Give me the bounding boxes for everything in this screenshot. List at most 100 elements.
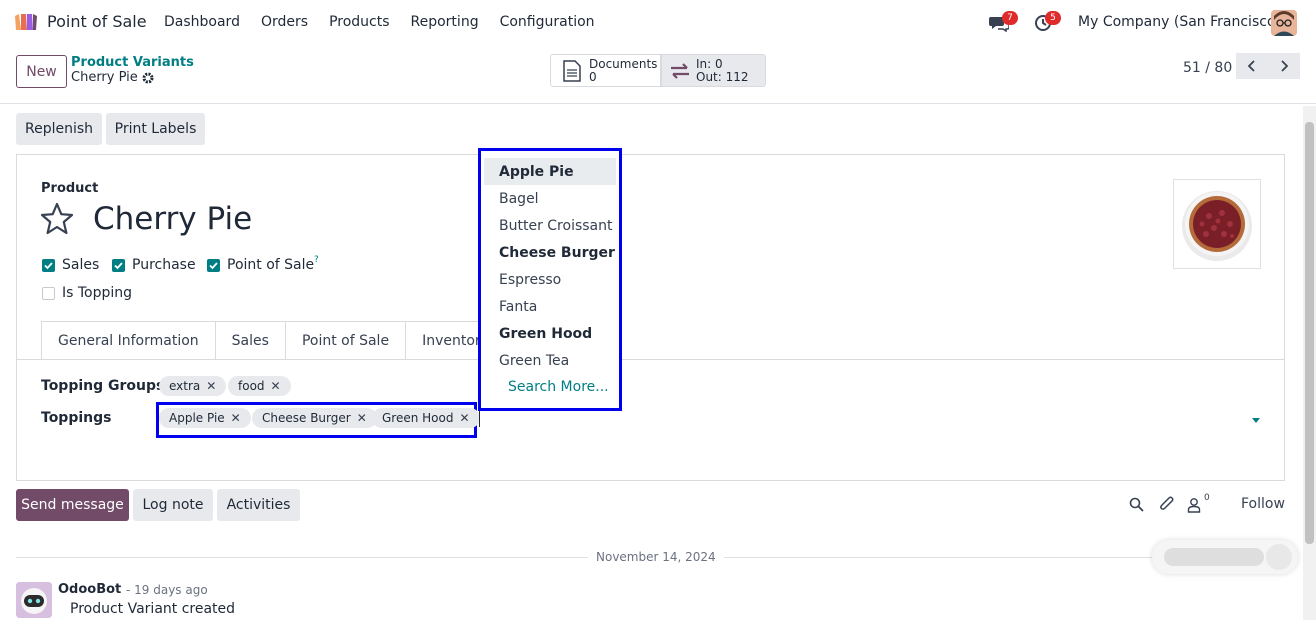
loading-bar — [1164, 548, 1264, 566]
robot-icon — [16, 582, 52, 618]
log-note-button[interactable]: Log note — [133, 489, 213, 521]
menu-dashboard[interactable]: Dashboard — [164, 14, 240, 30]
top-navbar: Point of Sale Dashboard Orders Products … — [0, 0, 1316, 46]
paperclip-icon[interactable] — [1159, 496, 1175, 513]
breadcrumb-current-label: Cherry Pie — [71, 70, 138, 85]
check-icon — [44, 262, 53, 270]
followers-count: 0 — [1204, 493, 1210, 503]
pager-next-button[interactable] — [1268, 53, 1300, 79]
pos-app-icon[interactable] — [13, 12, 39, 32]
check-icon — [209, 262, 218, 270]
message-author[interactable]: OdooBot — [58, 582, 121, 597]
pager-value[interactable]: 51 / 80 — [1183, 60, 1232, 76]
topping-tag[interactable]: Cheese Burger ✕ — [252, 408, 377, 428]
form-sheet: Product Cherry Pie Sales Purchase Point … — [16, 154, 1285, 481]
dropdown-option[interactable]: Espresso — [484, 266, 616, 293]
help-tooltip-icon[interactable]: ? — [314, 255, 319, 265]
loading-toast — [1152, 540, 1298, 574]
dropdown-option[interactable]: Cheese Burger — [484, 239, 616, 266]
remove-tag-icon[interactable]: ✕ — [231, 411, 241, 425]
breadcrumb-current: Cherry Pie — [71, 70, 154, 85]
dropdown-option[interactable]: Green Hood — [484, 320, 616, 347]
product-name[interactable]: Cherry Pie — [93, 201, 252, 237]
remove-tag-icon[interactable]: ✕ — [206, 379, 216, 393]
app-name[interactable]: Point of Sale — [47, 12, 147, 31]
tag-label: Green Hood — [382, 411, 454, 425]
remove-tag-icon[interactable]: ✕ — [271, 379, 281, 393]
user-avatar[interactable] — [1271, 10, 1297, 36]
chevron-right-icon — [1281, 60, 1288, 72]
activities-button[interactable]: Activities — [217, 489, 300, 521]
follow-button[interactable]: Follow — [1241, 496, 1285, 512]
dropdown-option[interactable]: Bagel — [484, 185, 616, 212]
search-icon[interactable] — [1129, 497, 1144, 512]
dropdown-option[interactable]: Apple Pie — [484, 158, 616, 185]
document-icon — [563, 59, 581, 82]
tab-sales[interactable]: Sales — [214, 321, 286, 360]
followers-user-icon[interactable] — [1187, 497, 1201, 513]
sales-checkbox[interactable] — [42, 259, 55, 272]
tag-label: Cheese Burger — [262, 411, 351, 425]
remove-tag-icon[interactable]: ✕ — [357, 411, 367, 425]
toppings-label: Toppings — [41, 410, 112, 426]
topping-groups-label: Topping Groups — [41, 378, 165, 394]
date-separator-label: November 14, 2024 — [588, 550, 724, 564]
exchange-icon — [671, 62, 689, 79]
dropdown-option[interactable]: Fanta — [484, 293, 616, 320]
main-menu: Dashboard Orders Products Reporting Conf… — [164, 14, 616, 30]
breadcrumb-parent[interactable]: Product Variants — [71, 55, 194, 70]
moves-in: In: 0 — [696, 56, 723, 71]
message-time: - 19 days ago — [126, 583, 208, 597]
tag-label: food — [238, 379, 265, 393]
documents-label: Documents — [589, 56, 658, 71]
is-topping-checkbox[interactable] — [42, 287, 55, 300]
documents-smart-button[interactable]: Documents 0 — [550, 54, 661, 87]
company-switcher[interactable]: My Company (San Francisco) — [1078, 14, 1281, 30]
cherry-pie-image — [1182, 191, 1252, 261]
menu-products[interactable]: Products — [329, 14, 389, 30]
remove-tag-icon[interactable]: ✕ — [459, 411, 469, 425]
tab-general-information[interactable]: General Information — [41, 321, 216, 360]
product-field-label: Product — [41, 181, 99, 196]
search-more-link[interactable]: Search More... — [508, 379, 609, 395]
menu-reporting[interactable]: Reporting — [411, 14, 479, 30]
new-button[interactable]: New — [16, 55, 67, 88]
moves-out: Out: 112 — [696, 69, 749, 84]
topping-tag[interactable]: Apple Pie ✕ — [159, 408, 251, 428]
odoobot-avatar[interactable] — [16, 582, 52, 618]
caret-down-icon[interactable] — [1252, 418, 1260, 423]
send-message-button[interactable]: Send message — [16, 489, 129, 521]
point-of-sale-label: Point of Sale — [227, 257, 315, 273]
sales-label: Sales — [62, 257, 100, 273]
menu-orders[interactable]: Orders — [261, 14, 308, 30]
dropdown-option[interactable]: Butter Croissant — [484, 212, 616, 239]
messages-badge: 7 — [1002, 11, 1018, 25]
message-body: Product Variant created — [70, 601, 236, 617]
tab-point-of-sale[interactable]: Point of Sale — [284, 321, 407, 360]
form-tabs: General Information Sales Point of Sale … — [41, 321, 506, 360]
loading-dot — [1266, 544, 1292, 570]
purchase-checkbox[interactable] — [112, 259, 125, 272]
purchase-label: Purchase — [132, 257, 196, 273]
documents-count: 0 — [589, 69, 597, 84]
activities-badge: 5 — [1045, 11, 1061, 25]
replenish-button[interactable]: Replenish — [16, 113, 102, 145]
tag-label: extra — [169, 379, 201, 393]
toppings-autocomplete-dropdown: Apple Pie Bagel Butter Croissant Cheese … — [478, 148, 622, 411]
dropdown-option[interactable]: Green Tea — [484, 347, 616, 374]
favorite-star-icon[interactable] — [39, 201, 75, 237]
menu-configuration[interactable]: Configuration — [500, 14, 595, 30]
product-image[interactable] — [1173, 179, 1261, 269]
topping-group-tag[interactable]: extra ✕ — [159, 376, 227, 396]
in-out-smart-button[interactable]: In: 0 Out: 112 — [661, 54, 766, 87]
topping-tag[interactable]: Green Hood ✕ — [372, 408, 480, 428]
print-labels-button[interactable]: Print Labels — [106, 113, 205, 145]
point-of-sale-checkbox[interactable] — [207, 259, 220, 272]
tag-label: Apple Pie — [169, 411, 225, 425]
chevron-left-icon — [1248, 60, 1255, 72]
topping-group-tag[interactable]: food ✕ — [228, 376, 291, 396]
scrollbar-thumb[interactable] — [1305, 122, 1314, 544]
gear-icon[interactable] — [142, 72, 154, 84]
pager-previous-button[interactable] — [1236, 53, 1268, 79]
control-panel: New Product Variants Cherry Pie Document… — [0, 46, 1316, 104]
